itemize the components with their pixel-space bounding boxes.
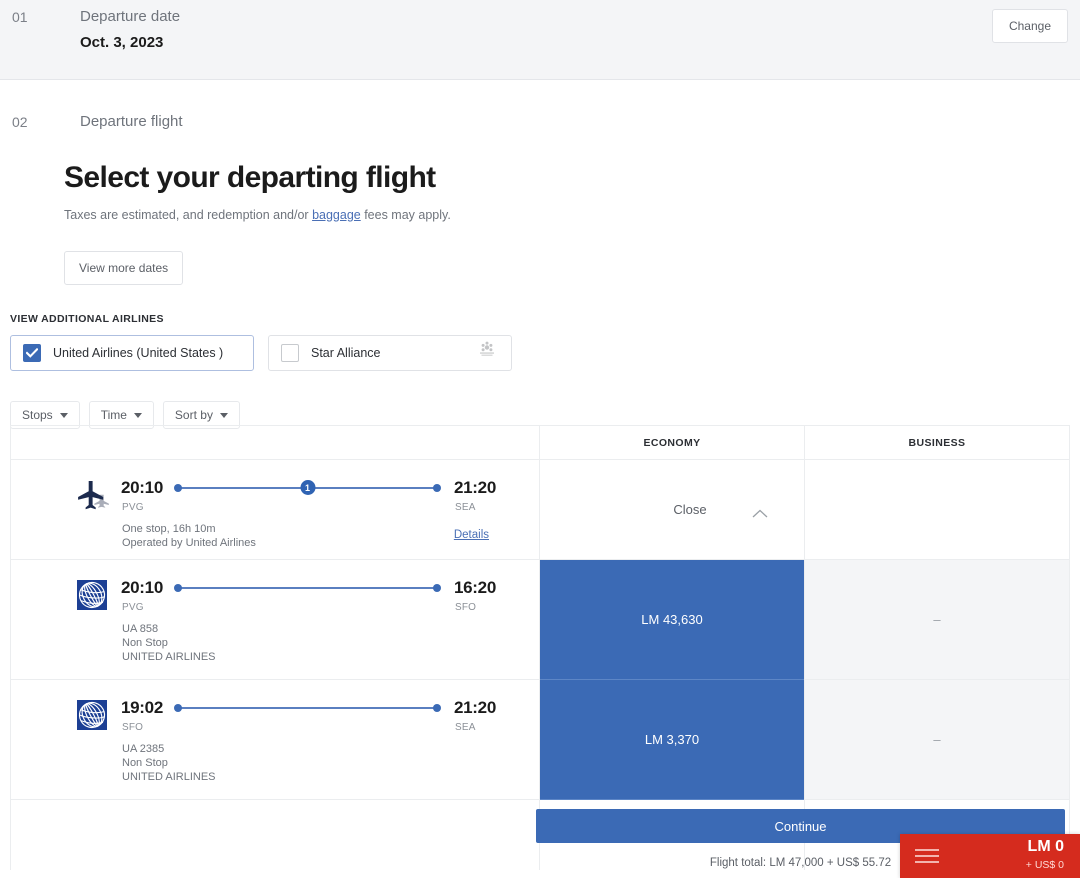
departure-date-value: Oct. 3, 2023	[80, 34, 164, 51]
segment-stops: Non Stop	[122, 637, 168, 649]
business-header-cell	[805, 460, 1069, 560]
main-content: Select your departing flight Taxes are e…	[0, 131, 1080, 285]
airplane-pair-icon	[77, 480, 117, 521]
table-row[interactable]: 19:02 SFO 21:20 SEA UA 2385 Non Stop UNI…	[11, 680, 539, 800]
segment-meta: UA 2385 Non Stop UNITED AIRLINES	[122, 742, 216, 784]
cart-amount: LM 0 + US$ 0	[954, 838, 1080, 873]
itinerary-meta: One stop, 16h 10m Operated by United Air…	[122, 522, 256, 550]
segment-flight-number: UA 2385	[122, 743, 165, 755]
chevron-up-icon[interactable]	[752, 506, 768, 521]
table-row[interactable]: 20:10 PVG 16:20 SFO UA 858 Non Stop UNIT…	[11, 560, 539, 680]
depart-airport-code: PVG	[122, 502, 144, 513]
united-airlines-logo-icon	[77, 580, 107, 615]
arrive-airport-code: SFO	[455, 602, 477, 613]
checkbox-unchecked-icon[interactable]	[281, 344, 299, 362]
depart-time: 20:10	[121, 578, 163, 597]
filter-sortby-label: Sort by	[174, 408, 213, 422]
additional-airlines-section: VIEW ADDITIONAL AIRLINES United Airlines…	[0, 313, 1080, 371]
timeline-destination-dot	[433, 584, 441, 592]
segment-carrier: UNITED AIRLINES	[122, 771, 216, 783]
departure-date-step: 01 Departure date Oct. 3, 2023 Change	[0, 0, 1080, 80]
economy-price-cell[interactable]: LM 3,370	[540, 680, 804, 800]
economy-price-cell[interactable]: LM 43,630	[540, 560, 804, 680]
chevron-down-icon	[219, 412, 228, 418]
flight-timeline	[174, 702, 441, 714]
chevron-down-icon	[133, 412, 142, 418]
timeline-origin-dot	[174, 484, 182, 492]
filter-time-label: Time	[100, 408, 127, 422]
depart-airport-code: PVG	[122, 602, 144, 613]
star-alliance-logo-icon	[477, 341, 497, 366]
segment-stops: Non Stop	[122, 757, 168, 769]
timeline-line	[178, 587, 437, 589]
column-header-economy: ECONOMY	[540, 426, 805, 459]
column-header-business: BUSINESS	[908, 436, 966, 449]
segment-flight-number: UA 858	[122, 623, 159, 635]
additional-airlines-caption: VIEW ADDITIONAL AIRLINES	[10, 313, 164, 325]
flight-segment: 19:02 SFO 21:20 SEA UA 2385 Non Stop UNI…	[11, 680, 539, 799]
timeline-destination-dot	[433, 484, 441, 492]
details-link[interactable]: Details	[454, 529, 489, 541]
close-label: Close	[673, 502, 707, 517]
arrive-time: 16:20	[454, 578, 496, 597]
departure-flight-step: 02 Departure flight	[0, 80, 1080, 131]
view-more-dates-button[interactable]: View more dates	[64, 251, 184, 285]
cart-miles-amount: LM 0	[1027, 838, 1064, 856]
timeline-line	[178, 707, 437, 709]
timeline-stop-badge: 1	[300, 480, 315, 495]
filter-stops-label: Stops	[22, 408, 53, 422]
arrive-time: 21:20	[454, 698, 496, 717]
departure-date-label: Departure date	[80, 8, 181, 25]
segment-carrier: UNITED AIRLINES	[122, 651, 216, 663]
timeline-origin-dot	[174, 584, 182, 592]
timeline-destination-dot	[433, 704, 441, 712]
segment-meta: UA 858 Non Stop UNITED AIRLINES	[122, 622, 216, 664]
baggage-link[interactable]: baggage	[312, 208, 361, 222]
checkbox-checked-icon[interactable]	[23, 344, 41, 362]
depart-time: 19:02	[121, 698, 163, 717]
airline-option-united[interactable]: United Airlines (United States )	[10, 335, 254, 371]
flight-timeline: 1	[174, 480, 441, 495]
chevron-down-icon	[59, 412, 68, 418]
flight-timeline	[174, 582, 441, 594]
change-date-button[interactable]: Change	[991, 9, 1068, 43]
step-number-02: 02	[12, 114, 28, 130]
arrive-airport-code: SEA	[455, 722, 476, 733]
cart-summary-bar[interactable]: LM 0 + US$ 0	[900, 834, 1080, 878]
depart-time: 20:10	[121, 478, 163, 497]
airline-option-label: Star Alliance	[311, 346, 381, 360]
depart-airport-code: SFO	[122, 722, 144, 733]
departure-date-body: Departure date Oct. 3, 2023	[80, 8, 180, 51]
flight-results-header: ECONOMY BUSINESS	[11, 426, 1069, 460]
timeline-origin-dot	[174, 704, 182, 712]
table-row-footer	[11, 800, 539, 870]
flight-itinerary-column: 20:10 PVG 1 21:20 SEA One stop, 16h 10m	[11, 460, 540, 870]
itinerary-summary: 20:10 PVG 1 21:20 SEA One stop, 16h 10m	[11, 460, 539, 559]
step-number-01: 01	[12, 9, 28, 25]
itinerary-duration: One stop, 16h 10m	[122, 523, 216, 535]
taxes-disclaimer: Taxes are estimated, and redemption and/…	[64, 208, 1080, 222]
flight-results-table: ECONOMY BUSINESS 20:10 PVG 1 21:20 SEA O…	[10, 425, 1070, 870]
airline-options-row: United Airlines (United States ) Star Al…	[10, 335, 1080, 371]
disclaimer-text-after: fees may apply.	[360, 208, 451, 222]
business-price-cell: –	[805, 680, 1069, 800]
united-airlines-logo-icon	[77, 700, 107, 735]
cart-cash-amount: + US$ 0	[1025, 859, 1064, 871]
itinerary-operator: Operated by United Airlines	[122, 537, 256, 549]
arrive-time: 21:20	[454, 478, 496, 497]
airline-option-label: United Airlines (United States )	[53, 346, 224, 360]
business-price-cell: –	[805, 560, 1069, 680]
close-itinerary-button[interactable]: Close	[540, 460, 804, 560]
flight-selection-page: 01 Departure date Oct. 3, 2023 Change 02…	[0, 0, 1080, 878]
airline-option-star-alliance[interactable]: Star Alliance	[268, 335, 512, 371]
arrive-airport-code: SEA	[455, 502, 476, 513]
header-spacer	[11, 426, 540, 459]
disclaimer-text-before: Taxes are estimated, and redemption and/…	[64, 208, 313, 222]
departure-flight-label: Departure flight	[80, 113, 183, 130]
hamburger-menu-icon[interactable]	[900, 849, 954, 863]
flight-segment: 20:10 PVG 16:20 SFO UA 858 Non Stop UNIT…	[11, 560, 539, 679]
table-row[interactable]: 20:10 PVG 1 21:20 SEA One stop, 16h 10m	[11, 460, 539, 560]
page-title: Select your departing flight	[64, 161, 436, 194]
